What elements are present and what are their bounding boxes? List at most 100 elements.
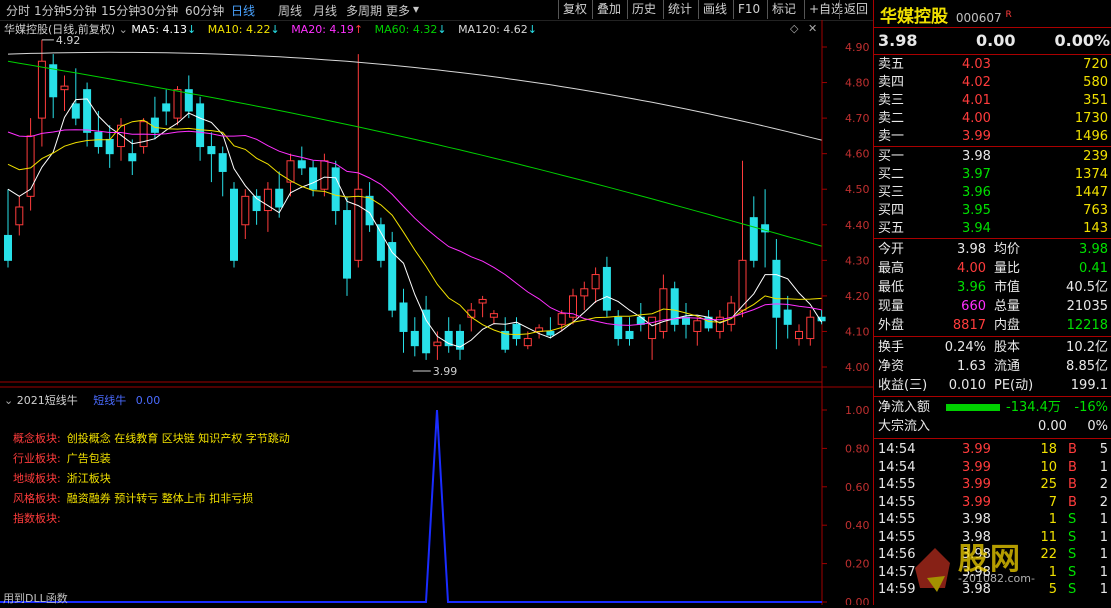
sector-row: 风格板块: 融资融券 预计转亏 整体上市 扣非亏损 — [13, 490, 290, 510]
period-tab[interactable]: 60分钟 — [185, 2, 224, 19]
toolbar-button[interactable]: F10 — [733, 0, 764, 19]
toolbar-button[interactable]: 叠加 — [592, 0, 625, 19]
price-tick-label: 4.70 — [845, 112, 870, 125]
level-label: 买二 — [878, 167, 905, 182]
ma10-line — [7, 119, 822, 336]
candle-body — [795, 330, 803, 340]
level-label: 买三 — [878, 185, 905, 200]
bigflow-pct: 0% — [1087, 419, 1108, 434]
toolbar-button[interactable]: 统计 — [663, 0, 696, 19]
level-price: 4.00 — [962, 111, 991, 126]
toolbar-button[interactable]: 历史 — [627, 0, 660, 19]
indicator-tick-label: 0.00 — [845, 596, 870, 605]
stat-value: 660 — [961, 299, 986, 314]
candle-body — [772, 259, 781, 318]
price-tick-label: 4.10 — [845, 325, 870, 338]
tick-side: S — [1068, 512, 1077, 527]
price-tick-label: 4.80 — [845, 77, 870, 90]
level-label: 卖一 — [878, 129, 905, 144]
period-tab[interactable]: 分时 — [6, 2, 30, 19]
settings-chevron-icon[interactable]: ⌄ — [119, 23, 132, 36]
bid-level: 买三 3.96 1447 — [874, 184, 1111, 202]
tick-price: 3.99 — [962, 442, 991, 457]
period-tab[interactable]: 15分钟 — [101, 2, 140, 19]
period-tab[interactable]: 30分钟 — [139, 2, 178, 19]
stat-label: 市值 — [994, 280, 1021, 295]
level-volume: 1730 — [1074, 111, 1108, 126]
candle-body — [625, 330, 634, 340]
price-tick-label: 4.60 — [845, 148, 870, 161]
netflow-pct: -16% — [1074, 400, 1108, 415]
level-price: 3.97 — [962, 167, 991, 182]
candle-body — [749, 217, 758, 261]
tick-volume: 25 — [1040, 477, 1057, 492]
period-tab[interactable]: 日线 — [231, 2, 255, 19]
stat-label: 今开 — [878, 242, 905, 257]
period-tab[interactable]: 月线 — [313, 2, 337, 19]
period-tab[interactable]: 多周期 — [346, 2, 382, 19]
stat-label: 量比 — [994, 261, 1021, 276]
candle-body — [580, 288, 589, 297]
stat-value: 40.5亿 — [1066, 280, 1108, 295]
stats-row: 最高 4.00 量比 0.41 — [874, 260, 1111, 278]
stat-label: 内盘 — [994, 318, 1021, 333]
watermark-subtext: -201082.com- — [958, 572, 1035, 585]
more-chevron-icon[interactable]: ▾ — [413, 2, 419, 16]
stat-value: 4.00 — [957, 261, 986, 276]
price-change: 0.00 — [976, 31, 1016, 50]
period-tab[interactable]: 1分钟 — [34, 2, 66, 19]
candle-body — [467, 309, 476, 318]
stock-code: 000607 — [955, 11, 1002, 25]
candle-body — [636, 316, 645, 325]
stats-row: 外盘 8817 内盘 12218 — [874, 317, 1111, 335]
netflow-value: -134.4万 — [1006, 400, 1061, 415]
candle-body — [343, 210, 351, 279]
stat-label: 均价 — [994, 242, 1021, 257]
level-price: 3.98 — [962, 149, 991, 164]
toolbar-button[interactable]: 画线 — [698, 0, 731, 19]
bid-level: 买二 3.97 1374 — [874, 166, 1111, 184]
tick-side: B — [1068, 477, 1077, 492]
down-arrow-icon: ↓ — [270, 23, 280, 36]
bid-level: 买五 3.94 143 — [874, 220, 1111, 238]
level-price: 4.03 — [962, 57, 991, 72]
tick-volume: 18 — [1040, 442, 1057, 457]
sector-value: 广告包装 — [66, 452, 111, 465]
fin-label: 换手 — [878, 340, 905, 355]
bid-level: 买四 3.95 763 — [874, 202, 1111, 220]
sector-label: 指数板块: — [13, 512, 61, 525]
ask-level: 卖一 3.99 1496 — [874, 128, 1111, 146]
price-tick-label: 4.90 — [845, 41, 870, 54]
candle-body — [783, 309, 792, 325]
level-price: 4.01 — [962, 93, 991, 108]
fin-value: 0.24% — [944, 340, 986, 355]
close-icon[interactable]: ✕ — [808, 22, 817, 35]
netflow-label: 净流入额 — [878, 400, 931, 415]
indicator-chevron-icon[interactable]: ⌄ — [4, 394, 17, 407]
stats-row: 今开 3.98 均价 3.98 — [874, 241, 1111, 259]
period-tab[interactable]: 周线 — [278, 2, 302, 19]
finance-row: 净资 1.63 流通 8.85亿 — [874, 358, 1111, 376]
tick-time: 14:55 — [878, 477, 916, 492]
candle-body — [331, 167, 340, 212]
fin-value: 0.010 — [948, 378, 986, 393]
toolbar-button[interactable]: 返回 — [839, 0, 872, 19]
period-tab[interactable]: 5分钟 — [65, 2, 97, 19]
sector-row: 指数板块: — [13, 510, 290, 530]
candle-body — [693, 320, 702, 332]
price-row: 3.98 0.00 0.00% — [878, 31, 1110, 51]
indicator-value: 0.00 — [135, 394, 161, 407]
level-price: 3.96 — [962, 185, 991, 200]
period-tab[interactable]: 更多 — [386, 2, 410, 19]
diamond-icon[interactable]: ◇ — [790, 22, 798, 35]
stat-value: 0.41 — [1079, 261, 1108, 276]
candle-body — [546, 330, 555, 336]
finance-row: 换手 0.24% 股本 10.2亿 — [874, 339, 1111, 357]
candle-body — [105, 138, 114, 155]
level-volume: 1447 — [1074, 185, 1108, 200]
toolbar-button[interactable]: 标记 — [767, 0, 800, 19]
stock-badge: R — [1005, 10, 1012, 20]
toolbar-button[interactable]: 复权 — [558, 0, 591, 19]
candle-body — [309, 167, 318, 190]
ma60-label: MA60: 4.32 — [374, 23, 438, 36]
